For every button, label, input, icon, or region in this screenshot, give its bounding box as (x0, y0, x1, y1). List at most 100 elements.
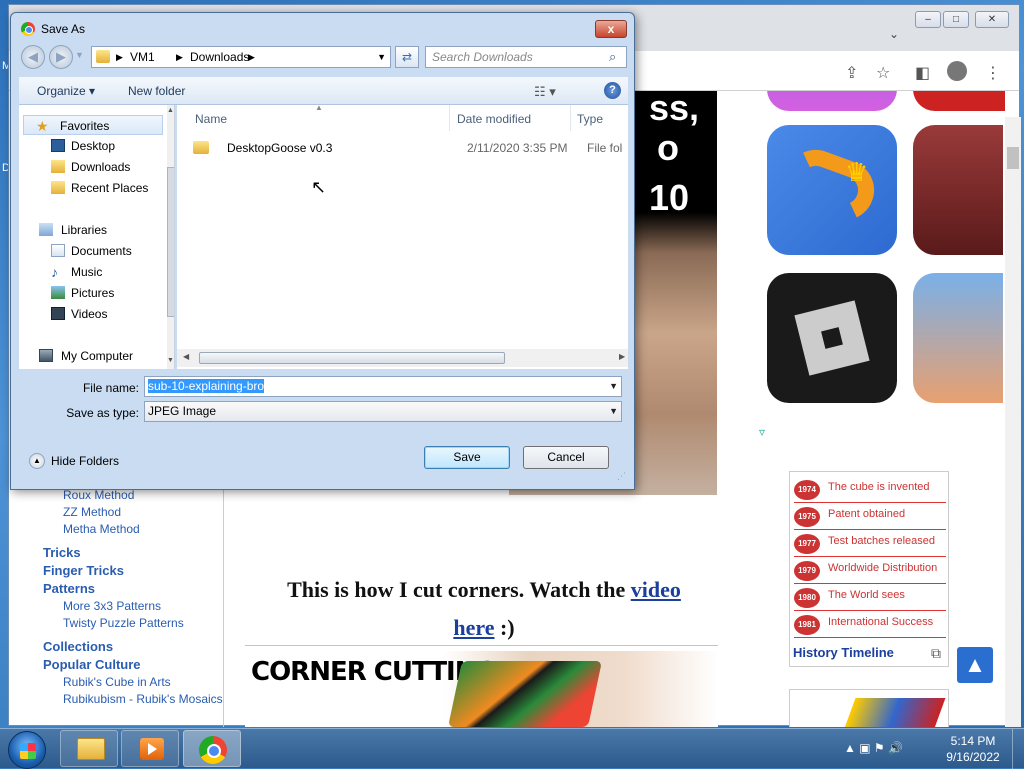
file-name: DesktopGoose v0.3 (227, 141, 333, 155)
rubik-cube-thumbnail[interactable] (789, 689, 949, 727)
nav-section-link[interactable]: Patterns (13, 580, 223, 598)
scrollbar-thumb[interactable] (167, 167, 174, 317)
scroll-down-icon[interactable]: ▼ (167, 357, 174, 364)
nav-item-videos[interactable]: Videos (19, 304, 159, 324)
nav-section-link[interactable]: Popular Culture (13, 656, 223, 674)
app-tile[interactable] (913, 91, 1005, 111)
organize-menu[interactable]: Organize ▾ (37, 84, 95, 98)
nav-section-link[interactable]: Finger Tricks (13, 562, 223, 580)
history-timeline-image[interactable]: 1974 The cube is invented 1975 Patent ob… (789, 471, 949, 667)
maximize-button[interactable]: □ (943, 11, 969, 28)
nav-link[interactable]: Rubikubism - Rubik's Mosaics (13, 691, 223, 708)
column-type[interactable]: Type (577, 112, 603, 126)
start-button[interactable] (8, 731, 46, 769)
chevron-down-icon[interactable]: ▼ (609, 402, 618, 421)
profile-icon[interactable] (947, 61, 967, 81)
nav-link[interactable]: Twisty Puzzle Patterns (13, 615, 223, 632)
breadcrumb-item[interactable]: Downloads (190, 47, 249, 67)
menu-dots-icon[interactable]: ⋮ (985, 63, 1001, 83)
nav-libraries[interactable]: Libraries (19, 220, 159, 240)
desktop-icon (51, 139, 65, 152)
video-link[interactable]: here (453, 615, 494, 640)
column-name[interactable]: Name (195, 112, 227, 126)
save-button[interactable]: Save (424, 446, 510, 469)
forward-button[interactable]: ▶ (49, 45, 73, 69)
save-as-type-select[interactable]: JPEG Image ▼ (144, 401, 622, 422)
ad-choices-icon[interactable]: ▿ (759, 425, 765, 439)
breadcrumb-item[interactable]: VM1 (130, 47, 155, 67)
nav-item-music[interactable]: ♪ Music (19, 262, 159, 282)
pictures-icon (51, 286, 65, 299)
resize-grip-icon[interactable]: ⋰ (617, 471, 626, 482)
site-sidebar: Roux Method ZZ Method Metha Method Trick… (13, 487, 223, 708)
scary-teacher-tile[interactable] (913, 125, 1003, 255)
nav-link[interactable]: Metha Method (13, 521, 223, 538)
recent-locations-icon[interactable]: ▼ (75, 50, 84, 60)
column-divider[interactable] (449, 105, 450, 131)
roblox-tile[interactable] (767, 273, 897, 403)
nav-section-link[interactable]: Tricks (13, 544, 223, 562)
nav-item-documents[interactable]: Documents (19, 241, 159, 261)
breadcrumb-arrow-icon[interactable]: ▶ (116, 47, 123, 67)
taskbar-app-explorer[interactable] (60, 730, 118, 767)
search-icon[interactable]: ⌕ (609, 49, 616, 65)
star-icon[interactable]: ☆ (876, 63, 890, 83)
nav-item-downloads[interactable]: Downloads (19, 157, 159, 177)
file-row[interactable]: DesktopGoose v0.3 2/11/2020 3:35 PM File… (193, 139, 623, 159)
nav-scrollbar[interactable]: ▲ ▼ (167, 105, 174, 369)
clock[interactable]: 5:14 PM 9/16/2022 (938, 733, 1008, 765)
sort-indicator-icon: ▲ (315, 103, 323, 112)
back-button[interactable]: ◀ (21, 45, 45, 69)
close-window-button[interactable]: ✕ (975, 11, 1009, 28)
slither-game-tile[interactable]: ♛ (767, 125, 897, 255)
external-link-icon[interactable]: ⧉ (931, 645, 941, 662)
view-options-icon[interactable]: ☷ ▾ (534, 84, 556, 100)
scrollbar-thumb[interactable] (199, 352, 505, 364)
taskbar-app-chrome[interactable] (183, 730, 241, 767)
column-date-modified[interactable]: Date modified (457, 112, 531, 126)
nav-section-link[interactable]: Collections (13, 638, 223, 656)
nav-link[interactable]: ZZ Method (13, 504, 223, 521)
timeline-caption-link[interactable]: History Timeline (793, 645, 894, 660)
breadcrumb-arrow-icon[interactable]: ▶ (176, 47, 183, 67)
nav-link[interactable]: Rubik's Cube in Arts (13, 674, 223, 691)
subway-surfers-tile[interactable] (913, 273, 1003, 403)
app-tile[interactable] (767, 91, 897, 111)
help-icon[interactable]: ? (604, 82, 621, 99)
share-icon[interactable]: ⇪ (845, 63, 858, 83)
refresh-button[interactable]: ⇄ (395, 46, 419, 68)
nav-my-computer[interactable]: My Computer (19, 346, 159, 366)
sidepanel-icon[interactable]: ◧ (915, 63, 930, 83)
search-input[interactable]: Search Downloads (425, 46, 627, 68)
chevron-down-icon[interactable]: ▼ (377, 47, 386, 67)
chevron-down-icon[interactable]: ⌄ (889, 27, 899, 41)
minimize-button[interactable]: – (915, 11, 941, 28)
videos-icon (51, 307, 65, 320)
scroll-up-icon[interactable]: ▲ (167, 107, 174, 114)
chevron-down-icon[interactable]: ▼ (609, 377, 618, 396)
show-desktop-button[interactable] (1012, 729, 1024, 769)
address-bar[interactable]: ▶ VM1 ▶ Downloads ▶ ▼ (91, 46, 391, 68)
column-divider[interactable] (570, 105, 571, 131)
nav-link[interactable]: More 3x3 Patterns (13, 598, 223, 615)
video-link[interactable]: video (631, 577, 681, 602)
nav-item-desktop[interactable]: Desktop (19, 136, 159, 156)
nav-item-pictures[interactable]: Pictures (19, 283, 159, 303)
nav-item-recent-places[interactable]: Recent Places (19, 178, 159, 198)
scroll-to-top-button[interactable]: ▲ (957, 647, 993, 683)
file-name-input[interactable]: sub-10-explaining-bro ▼ (144, 376, 622, 397)
documents-icon (51, 244, 65, 257)
scroll-left-icon[interactable]: ◀ (183, 352, 189, 361)
scrollbar-thumb[interactable] (1007, 147, 1019, 169)
system-tray[interactable]: ▲ ▣ ⚑ 🔊 (844, 741, 903, 755)
new-folder-button[interactable]: New folder (128, 84, 185, 98)
breadcrumb-arrow-icon[interactable]: ▶ (248, 47, 255, 67)
horizontal-scrollbar[interactable]: ◀ ▶ (177, 349, 628, 367)
close-button[interactable]: x (595, 20, 627, 38)
scroll-right-icon[interactable]: ▶ (619, 352, 625, 361)
clock-date: 9/16/2022 (946, 750, 1000, 764)
page-scrollbar[interactable] (1005, 117, 1021, 727)
cancel-button[interactable]: Cancel (523, 446, 609, 469)
taskbar-app-media-player[interactable] (121, 730, 179, 767)
nav-favorites[interactable]: ★ Favorites (23, 115, 163, 135)
